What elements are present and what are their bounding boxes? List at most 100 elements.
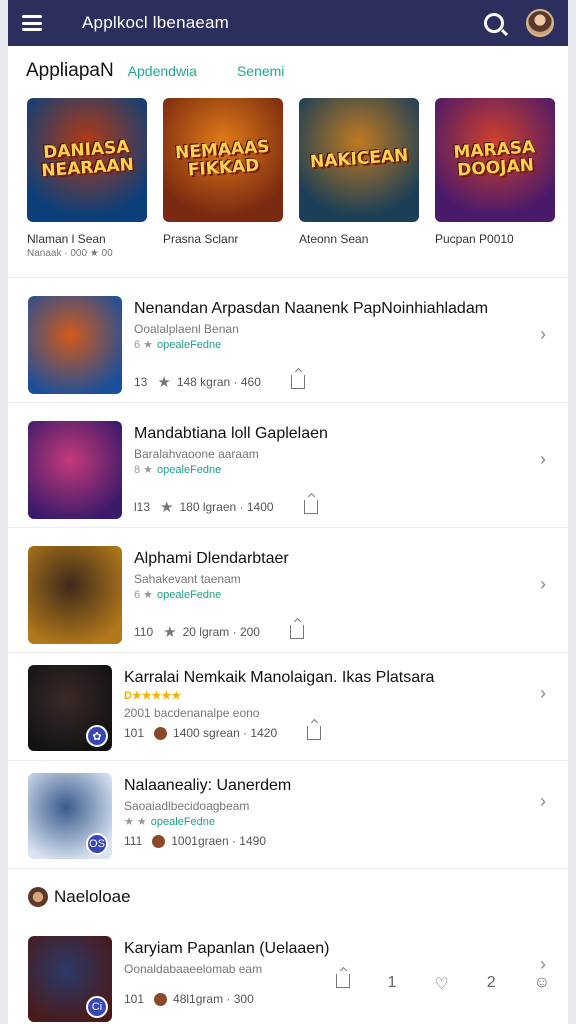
featured-art-text: NEMAAAS FIKKAD xyxy=(174,136,271,181)
rating-stars: D★★★★★ xyxy=(124,690,182,702)
list-item-tag-text: opealeFedne xyxy=(157,339,222,351)
list-item-info: Mandabtiana loll Gaplelaen Baralahvaoone… xyxy=(134,421,548,516)
featured-caption: Pucpan P0010 xyxy=(435,232,514,246)
list-item-info: Karralai Nemkaik Manolaigan. Ikas Platsa… xyxy=(124,665,548,740)
meta-count: 111 xyxy=(124,834,143,848)
meta-detail: 48l1gram · 300 xyxy=(173,992,254,1006)
app-thumbnail[interactable]: ✿ xyxy=(28,665,112,751)
rating-dots-icon: ★ ★ xyxy=(124,816,147,828)
chevron-right-icon[interactable]: › xyxy=(540,683,546,704)
app-window: Applkocl lbenaeam AppliapaN Apdendwia Se… xyxy=(8,0,568,1024)
list-item-info: Nalaanealiy: Uanerdem Saoaiadlbecidoagbe… xyxy=(124,773,548,848)
chevron-right-icon[interactable]: › xyxy=(540,324,546,345)
list-item-meta: 13 ★ 148 kgran · 460 xyxy=(134,373,548,391)
list-item[interactable]: Mandabtiana loll Gaplelaen Baralahvaoone… xyxy=(8,402,568,527)
share-icon[interactable] xyxy=(335,974,350,988)
thumbnail-badge: ✿ xyxy=(86,725,108,747)
thumbnail-badge: OS xyxy=(86,833,108,855)
count-two[interactable]: 2 xyxy=(487,974,496,994)
app-thumbnail[interactable]: OS xyxy=(28,773,112,859)
chevron-right-icon[interactable]: › xyxy=(540,449,546,470)
star-icon: ★ xyxy=(160,499,174,516)
app-thumbnail[interactable]: Ci xyxy=(28,936,112,1022)
featured-art-text: DANIASA NEARAAN xyxy=(40,137,135,182)
list-item-meta: 111 1001graen · 1490 xyxy=(124,834,548,848)
list-item[interactable]: Ci Karyiam Papanlan (Uelaaen) Oonaldabaa… xyxy=(8,924,568,1024)
featured-art-text: NAKICEAN xyxy=(309,145,409,173)
share-icon[interactable] xyxy=(289,625,304,639)
list-item-tag: 6 ★ opealeFedne xyxy=(134,588,548,601)
list-item-subtitle: 2001 bacdenanalpe eono xyxy=(124,706,260,720)
meta-count: 110 xyxy=(134,625,154,639)
star-icon: ★ xyxy=(163,624,177,641)
list-item-title: Mandabtiana loll Gaplelaen xyxy=(134,425,328,442)
meta-detail: 180 lgraen · 1400 xyxy=(179,500,274,514)
featured-art[interactable]: NEMAAAS FIKKAD xyxy=(163,98,283,222)
meta-detail: 1001graen · 1490 xyxy=(171,834,266,848)
chevron-right-icon[interactable]: › xyxy=(540,574,546,595)
list-item-meta: l13 ★ 180 lgraen · 1400 xyxy=(134,498,548,516)
coin-icon xyxy=(154,726,168,740)
featured-art[interactable]: NAKICEAN xyxy=(299,98,419,222)
featured-caption: Nlaman l Sean xyxy=(27,232,106,246)
list-item[interactable]: Alphami Dlendarbtaer Sahakevant taenam 6… xyxy=(8,527,568,652)
meta-count: 101 xyxy=(124,992,145,1006)
app-list: Nenandan Arpasdan Naanenk PapNoinhiahlad… xyxy=(8,277,568,868)
list-item[interactable]: Nenandan Arpasdan Naanenk PapNoinhiahlad… xyxy=(8,277,568,402)
featured-caption: Prasna Sclanr xyxy=(163,232,239,246)
featured-item[interactable]: DANIASA NEARAAN Nlaman l Sean Nanaak · 0… xyxy=(27,98,147,259)
action-icons: 1 ♡ 2 ☺ xyxy=(335,974,550,994)
featured-item[interactable]: MARASA DOOJAN Pucpan P0010 xyxy=(435,98,555,259)
section-title: Naeloloae xyxy=(54,886,131,906)
chevron-right-icon[interactable]: › xyxy=(540,791,546,812)
list-item-tag-text: opealeFedne xyxy=(157,589,222,601)
tab-second[interactable]: Apdendwia xyxy=(128,63,197,79)
list-item[interactable]: ✿ Karralai Nemkaik Manolaigan. Ikas Plat… xyxy=(8,652,568,760)
search-icon[interactable] xyxy=(484,13,504,33)
tab-bar: AppliapaN Apdendwia Senemi xyxy=(8,46,568,96)
list-item-meta: 101 1400 sgrean · 1420 xyxy=(124,726,548,740)
app-thumbnail[interactable] xyxy=(28,546,122,644)
list-item-subtitle: Ooalalplaenl Benan xyxy=(134,322,239,336)
meta-count: l13 xyxy=(134,500,151,514)
list-item-title: Alphami Dlendarbtaer xyxy=(134,550,289,567)
list-item-tag: ★ ★ opealeFedne xyxy=(124,815,548,828)
coin-icon xyxy=(154,992,168,1006)
menu-icon[interactable] xyxy=(22,15,42,31)
meta-detail: 1400 sgrean · 1420 xyxy=(173,726,278,740)
featured-item[interactable]: NAKICEAN Ateonn Sean xyxy=(299,98,419,259)
list-item-tag-text: opealeFedne xyxy=(157,464,222,476)
heart-icon[interactable]: ♡ xyxy=(434,974,448,994)
featured-subtitle: Nanaak · 000 ★ 00 xyxy=(27,248,113,259)
app-thumbnail[interactable] xyxy=(28,296,122,394)
rating-dots-icon: 8 ★ xyxy=(134,464,154,476)
list-item-info: Nenandan Arpasdan Naanenk PapNoinhiahlad… xyxy=(134,296,548,391)
list-item-title: Nalaanealiy: Uanerdem xyxy=(124,777,292,794)
list-item-tag: 6 ★ opealeFedne xyxy=(134,338,548,351)
coin-icon xyxy=(152,834,166,848)
list-item-tag-text: opealeFedne xyxy=(150,816,216,828)
section-header: Naeloloae xyxy=(8,868,568,924)
list-item[interactable]: OS Nalaanealiy: Uanerdem Saoaiadlbecidoa… xyxy=(8,760,568,868)
count-one[interactable]: 1 xyxy=(388,974,397,994)
featured-art[interactable]: MARASA DOOJAN xyxy=(435,98,555,222)
featured-art[interactable]: DANIASA NEARAAN xyxy=(27,98,147,222)
rating-dots-icon: 6 ★ xyxy=(134,589,154,601)
featured-item[interactable]: NEMAAAS FIKKAD Prasna Sclanr xyxy=(163,98,283,259)
rating-dots-icon: 6 ★ xyxy=(134,339,154,351)
list-item-subtitle: Sahakevant taenam xyxy=(134,572,241,586)
list-item-tag: 8 ★ opealeFedne xyxy=(134,463,548,476)
app-thumbnail[interactable] xyxy=(28,421,122,519)
tab-third[interactable]: Senemi xyxy=(237,63,284,79)
list-item-subtitle: Baralahvaoone aaraam xyxy=(134,447,259,461)
emoji-icon[interactable]: ☺ xyxy=(534,974,550,994)
share-icon[interactable] xyxy=(307,726,322,740)
avatar[interactable] xyxy=(526,9,554,37)
share-icon[interactable] xyxy=(290,375,305,389)
star-icon: ★ xyxy=(157,374,171,391)
chevron-right-icon[interactable]: › xyxy=(540,954,546,975)
share-icon[interactable] xyxy=(303,500,318,514)
tab-main[interactable]: AppliapaN xyxy=(26,60,114,82)
list-item-subtitle: Saoaiadlbecidoagbeam xyxy=(124,799,250,813)
app-title: Applkocl lbenaeam xyxy=(82,13,230,32)
